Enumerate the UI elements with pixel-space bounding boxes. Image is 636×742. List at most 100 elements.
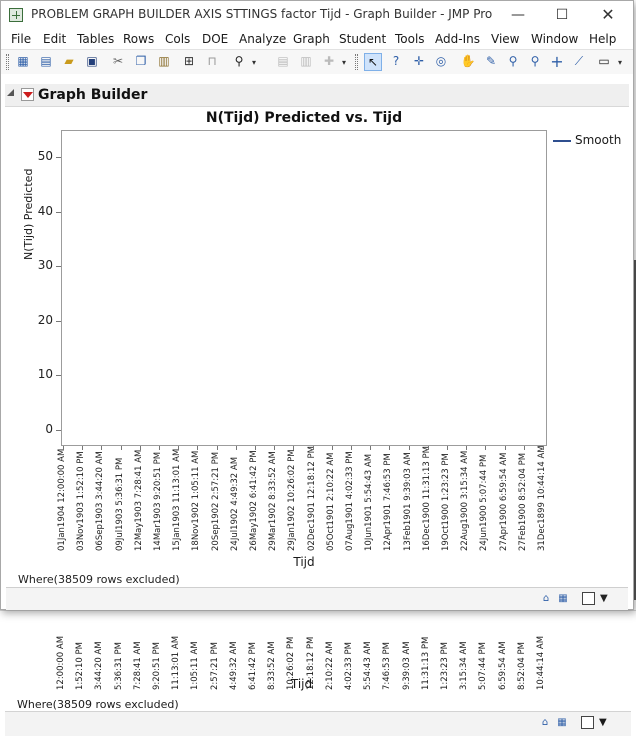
graph-builder-outline-header[interactable]: Graph Builder xyxy=(5,84,629,107)
magnifier-icon[interactable]: ⚲ xyxy=(504,53,522,71)
lasso-icon[interactable]: ◎ xyxy=(432,53,450,71)
x-tick-mark xyxy=(331,446,333,450)
toolbar-grip[interactable] xyxy=(6,54,9,70)
line-icon[interactable]: ⟋ xyxy=(570,53,588,71)
y-tick-label: 0 xyxy=(45,421,53,436)
y-tick-label: 30 xyxy=(37,258,53,273)
menu-graph[interactable]: Graph xyxy=(293,32,330,46)
x-tick-label: 12Apr1901 7:46:53 PM xyxy=(383,451,395,551)
open-icon[interactable]: ▰ xyxy=(60,53,78,71)
where-note: Where(38509 rows excluded) xyxy=(18,573,180,586)
cut-icon[interactable]: ✂ xyxy=(109,53,127,71)
annotate-icon[interactable]: ▭ xyxy=(595,53,613,71)
disclosure-triangle-icon[interactable] xyxy=(7,89,14,96)
hand-icon[interactable]: ✋ xyxy=(459,53,477,71)
red-triangle-menu-icon[interactable] xyxy=(21,88,34,101)
legend[interactable]: Smooth xyxy=(553,133,621,147)
x-tick-text: 27Apr1900 6:59:54 AM xyxy=(498,452,509,551)
menu-window[interactable]: Window xyxy=(531,32,578,46)
x-tick-mark xyxy=(235,446,237,450)
journal-icon[interactable]: ▤ xyxy=(274,53,292,71)
arrow-icon[interactable]: ↖ xyxy=(364,53,382,71)
x-tick-label: 22Aug1900 3:15:34 AM xyxy=(460,451,472,551)
menu-cols[interactable]: Cols xyxy=(165,32,190,46)
home-icon[interactable]: ⌂ xyxy=(539,592,553,606)
y-tick-label: 10 xyxy=(37,367,53,382)
status-dropdown[interactable]: ▼ xyxy=(600,593,608,604)
menu-tools[interactable]: Tools xyxy=(395,32,425,46)
menu-rows[interactable]: Rows xyxy=(123,32,154,46)
menu-edit[interactable]: Edit xyxy=(43,32,66,46)
plus-icon[interactable]: + xyxy=(548,53,566,71)
maximize-button[interactable]: ☐ xyxy=(547,5,577,25)
x-tick-text: 19Oct1900 1:23:23 PM xyxy=(441,453,451,551)
x-tick-text: 06Sep1903 3:44:20 AM xyxy=(95,451,106,551)
menu-file[interactable]: File xyxy=(11,32,31,46)
x-tick-label: 13Feb1901 9:39:03 AM xyxy=(403,451,415,551)
home-icon[interactable]: ⌂ xyxy=(538,716,552,730)
brush-icon[interactable]: ✎ xyxy=(482,53,500,71)
menu-tables[interactable]: Tables xyxy=(77,32,114,46)
toolbar: ▦ ▤ ▰ ▣ ✂ ❐ ▥ ⊞ ⊓ ⚲ ▾ ▤ ▥ ✚ ▾ ↖ ? ✛ ◎ ✋ … xyxy=(1,49,633,75)
menu-doe[interactable]: DOE xyxy=(202,32,228,46)
annotate-dropdown-icon[interactable]: ▾ xyxy=(618,58,622,67)
graph-builder-window: PROBLEM GRAPH BUILDER AXIS STTINGS facto… xyxy=(0,0,634,610)
minimize-button[interactable]: — xyxy=(503,5,533,25)
x-tick-text: 13Feb1901 9:39:03 AM xyxy=(402,452,413,551)
lock-icon[interactable]: ⊓ xyxy=(203,53,221,71)
search-icon[interactable]: ⚲ xyxy=(230,53,248,71)
x-tick-mark xyxy=(197,446,199,450)
menu-add-ins[interactable]: Add-Ins xyxy=(435,32,480,46)
x-tick-text: 18Nov1902 1:05:11 AM xyxy=(191,450,202,551)
save-icon[interactable]: ▣ xyxy=(83,53,101,71)
grid-view-icon[interactable]: ▦ xyxy=(555,716,569,730)
x-tick-label: 18Nov1902 1:05:11 AM xyxy=(191,451,203,551)
menu-view[interactable]: View xyxy=(491,32,519,46)
new-script-icon[interactable]: ▤ xyxy=(37,53,55,71)
status-bar: ⌂ ▦ ▼ xyxy=(6,587,628,610)
x-tick-label: 03Nov1903 1:52:10 PM xyxy=(76,451,88,551)
x-tick-mark xyxy=(101,446,103,450)
data-table-icon[interactable]: ⊞ xyxy=(180,53,198,71)
zoom-icon[interactable]: ⚲ xyxy=(526,53,544,71)
background-status-bar: ⌂ ▦ ▼ xyxy=(5,711,631,736)
x-tick-label: 29Jan1902 10:26:02 PM xyxy=(287,449,299,551)
x-tick-label: 26May1902 6:41:42 PM xyxy=(249,450,261,551)
x-tick-label: 24Jun1900 5:07:44 PM xyxy=(479,451,491,551)
x-tick-mark xyxy=(216,446,218,450)
outline-title: Graph Builder xyxy=(38,87,148,103)
x-tick-text: 29Mar1902 8:33:52 AM xyxy=(268,451,279,551)
x-tick-mark xyxy=(312,446,314,450)
new-table-icon[interactable]: ▦ xyxy=(14,53,32,71)
close-button[interactable]: ✕ xyxy=(593,5,623,25)
x-tick-label: 15Jan1903 11:13:01 AM xyxy=(172,448,184,551)
background-report-checkbox[interactable] xyxy=(581,716,594,729)
x-tick-text: 14Mar1903 9:20:51 PM xyxy=(153,451,163,551)
x-tick-label: 20Sep1902 2:57:21 PM xyxy=(211,451,223,551)
help-icon[interactable]: ? xyxy=(387,53,405,71)
x-tick-label: 31Dec1899 10:44:14 AM xyxy=(537,445,549,551)
title-bar[interactable]: PROBLEM GRAPH BUILDER AXIS STTINGS facto… xyxy=(1,1,633,29)
menu-analyze[interactable]: Analyze xyxy=(239,32,286,46)
background-status-dropdown[interactable]: ▼ xyxy=(599,717,607,728)
report-checkbox[interactable] xyxy=(582,592,595,605)
crosshair-icon[interactable]: ✛ xyxy=(410,53,428,71)
paste-icon[interactable]: ▥ xyxy=(155,53,173,71)
toolbar-grip-2[interactable] xyxy=(355,54,358,70)
add-icon[interactable]: ✚ xyxy=(320,53,338,71)
x-tick-text: 15Jan1903 11:13:01 AM xyxy=(172,448,183,551)
menu-help[interactable]: Help xyxy=(589,32,616,46)
copy-icon[interactable]: ❐ xyxy=(132,53,150,71)
layout-icon[interactable]: ▥ xyxy=(297,53,315,71)
menu-student[interactable]: Student xyxy=(339,32,386,46)
x-tick-mark xyxy=(139,446,141,450)
x-tick-mark xyxy=(427,446,429,450)
plot-area[interactable] xyxy=(61,130,547,446)
x-tick-mark xyxy=(274,446,276,450)
search-dropdown-icon[interactable]: ▾ xyxy=(252,58,256,67)
x-tick-label: 19Oct1900 1:23:23 PM xyxy=(441,451,453,551)
y-tick-label: 40 xyxy=(37,203,53,218)
x-tick-text: 27Feb1900 8:52:04 PM xyxy=(517,452,528,551)
add-dropdown-icon[interactable]: ▾ xyxy=(342,58,346,67)
grid-view-icon[interactable]: ▦ xyxy=(556,592,570,606)
